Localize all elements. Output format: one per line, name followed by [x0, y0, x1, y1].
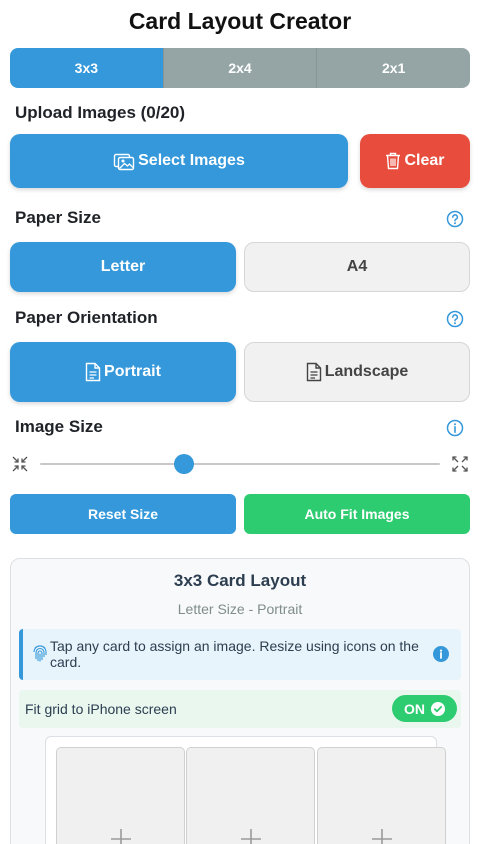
compress-icon[interactable]	[12, 456, 28, 472]
card-grid	[45, 736, 446, 844]
toggle-label: ON	[404, 700, 425, 717]
fit-grid-label: Fit grid to iPhone screen	[25, 701, 177, 717]
paper-size-help-icon[interactable]	[446, 210, 464, 228]
landscape-label: Landscape	[324, 363, 409, 380]
info-circle-icon[interactable]	[446, 419, 464, 437]
fit-grid-toggle[interactable]: ON	[392, 695, 457, 722]
image-size-title: Image Size	[15, 417, 103, 436]
check-circle-icon	[431, 701, 445, 716]
page-title: Card Layout Creator	[128, 8, 352, 34]
portrait-button[interactable]: Portrait	[10, 342, 236, 402]
orientation-title: Paper Orientation	[15, 308, 158, 327]
expand-icon[interactable]	[452, 456, 468, 472]
image-size-slider-thumb[interactable]	[174, 454, 194, 474]
reset-size-label: Reset Size	[87, 506, 159, 522]
preview-title: 3x3 Card Layout	[173, 571, 307, 590]
auto-fit-label: Auto Fit Images	[304, 506, 410, 522]
fit-grid-row: Fit grid to iPhone screen ON	[19, 690, 461, 728]
paper-a4-button[interactable]: A4	[244, 242, 470, 292]
file-text-icon	[306, 362, 325, 382]
image-size-slider-track[interactable]	[40, 463, 440, 465]
trash-icon	[385, 152, 404, 170]
plus-icon	[110, 828, 132, 844]
file-text-icon	[85, 362, 104, 382]
plus-icon	[371, 828, 393, 844]
upload-title: Upload Images (0/20)	[15, 103, 186, 122]
layout-tabs: 3x3 2x4 2x1	[10, 48, 470, 88]
paper-size-title: Paper Size	[15, 208, 101, 227]
select-images-label: Select Images	[138, 152, 245, 169]
tab-2x4[interactable]: 2x4	[162, 48, 317, 88]
card-slot[interactable]	[56, 747, 185, 844]
tab-2x1[interactable]: 2x1	[316, 48, 470, 88]
reset-size-button[interactable]: Reset Size	[10, 494, 236, 534]
card-slot[interactable]	[317, 747, 446, 844]
info-banner: Tap any card to assign an image. Resize …	[19, 629, 461, 680]
layout-preview-panel: 3x3 Card Layout Letter Size - Portrait T…	[10, 558, 470, 844]
card-slot[interactable]	[186, 747, 315, 844]
paper-letter-label: Letter	[100, 258, 146, 275]
info-circle-icon	[433, 646, 449, 662]
clear-button[interactable]: Clear	[360, 134, 470, 188]
clear-label: Clear	[404, 152, 445, 169]
preview-subtitle: Letter Size - Portrait	[177, 601, 303, 617]
image-icon	[113, 151, 138, 171]
select-images-button[interactable]: Select Images	[10, 134, 348, 188]
paper-letter-button[interactable]: Letter	[10, 242, 236, 292]
landscape-button[interactable]: Landscape	[244, 342, 470, 402]
info-text: Tap any card to assign an image. Resize …	[50, 638, 419, 670]
paper-a4-label: A4	[346, 258, 368, 275]
fingerprint-icon	[32, 643, 48, 663]
tab-3x3[interactable]: 3x3	[10, 48, 163, 88]
auto-fit-button[interactable]: Auto Fit Images	[244, 494, 470, 534]
orientation-help-icon[interactable]	[446, 310, 464, 328]
portrait-label: Portrait	[104, 363, 161, 380]
plus-icon	[240, 828, 262, 844]
